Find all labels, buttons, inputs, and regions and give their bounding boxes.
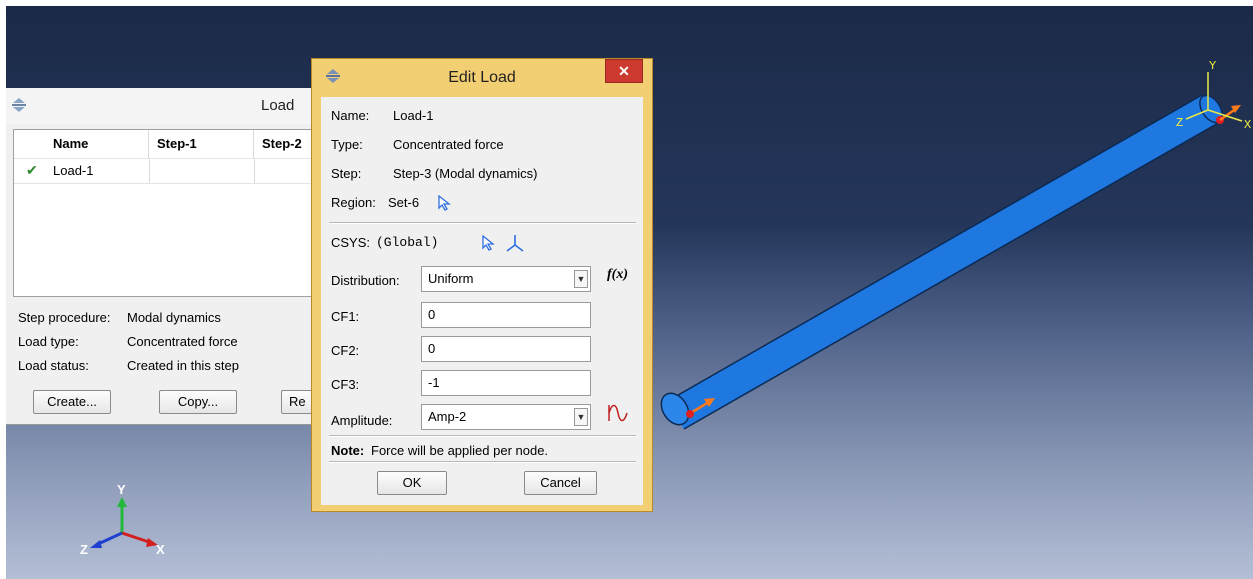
cf3-label: CF3: — [331, 377, 360, 392]
distribution-value: Uniform — [428, 271, 474, 286]
name-label: Name: — [331, 108, 370, 123]
col-header-name[interactable]: Name — [45, 130, 149, 158]
edit-load-titlebar[interactable]: Edit Load ✕ — [312, 59, 652, 97]
type-label: Type: — [331, 137, 363, 152]
select-arrow-icon[interactable] — [437, 195, 453, 211]
csys-value: (Global) — [376, 235, 439, 250]
load-manager-window: Load Name Step-1 Step-2 ✔ Load-1 Step pr… — [6, 88, 321, 425]
note-text: Force will be applied per node. — [371, 443, 549, 458]
cf3-input[interactable]: -1 — [421, 370, 591, 396]
load-manager-titlebar[interactable]: Load — [6, 88, 311, 124]
cf1-input[interactable]: 0 — [421, 302, 591, 328]
amplitude-select[interactable]: Amp-2 ▼ — [421, 404, 591, 430]
divider — [329, 461, 636, 463]
cf1-label: CF1: — [331, 309, 360, 324]
type-value: Concentrated force — [393, 137, 504, 152]
distribution-select[interactable]: Uniform ▼ — [421, 266, 591, 292]
load-status-label: Load status: — [18, 358, 89, 373]
step-procedure-label: Step procedure: — [18, 310, 111, 325]
window-menu-icon[interactable] — [11, 97, 27, 113]
select-arrow-icon[interactable] — [481, 235, 497, 251]
amplitude-label: Amplitude: — [331, 413, 393, 428]
part-triad-z-label: Z — [1176, 116, 1184, 130]
cell-divider — [149, 159, 150, 183]
cancel-button[interactable]: Cancel — [524, 471, 597, 495]
edit-load-title: Edit Load — [448, 69, 516, 86]
divider — [329, 435, 636, 437]
dropdown-arrow-icon[interactable]: ▼ — [574, 408, 588, 426]
load-manager-title: Load — [261, 97, 295, 114]
create-button[interactable]: Create... — [33, 390, 111, 414]
csys-triad-icon[interactable] — [505, 233, 525, 253]
copy-button[interactable]: Copy... — [159, 390, 237, 414]
fx-button[interactable]: f(x) — [607, 267, 628, 283]
triad-y-label: Y — [117, 482, 126, 497]
load-status-value: Created in this step — [127, 358, 240, 373]
distribution-label: Distribution: — [331, 273, 400, 288]
part-triad-y-label: Y — [1209, 59, 1217, 73]
load-table[interactable]: Name Step-1 Step-2 ✔ Load-1 — [13, 129, 312, 297]
edit-load-dialog: Edit Load ✕ Name: Load-1 Type: Concentra… — [311, 58, 653, 512]
row-name: Load-1 — [53, 163, 94, 178]
ok-button[interactable]: OK — [377, 471, 447, 495]
dropdown-arrow-icon[interactable]: ▼ — [574, 270, 588, 288]
close-button[interactable]: ✕ — [605, 59, 643, 83]
checkmark-icon: ✔ — [26, 162, 38, 178]
cf2-input[interactable]: 0 — [421, 336, 591, 362]
name-value: Load-1 — [393, 108, 434, 123]
region-label: Region: — [331, 195, 376, 210]
cell-divider — [254, 159, 255, 183]
load-type-value: Concentrated force — [127, 334, 238, 349]
edit-load-body: Name: Load-1 Type: Concentrated force St… — [321, 97, 643, 505]
load-type-label: Load type: — [18, 334, 79, 349]
part-triad-x-label: X — [1244, 118, 1252, 132]
col-header-step-1[interactable]: Step-1 — [149, 130, 254, 158]
csys-label: CSYS: — [331, 235, 371, 250]
divider — [329, 222, 636, 224]
amplitude-wave-icon[interactable] — [607, 403, 629, 423]
note-label: Note: — [331, 443, 365, 458]
step-procedure-value: Modal dynamics — [127, 310, 221, 325]
step-value: Step-3 (Modal dynamics) — [393, 166, 538, 181]
col-header-step-2[interactable]: Step-2 — [254, 130, 314, 158]
triad-x-label: X — [156, 542, 165, 557]
region-value: Set-6 — [388, 195, 420, 210]
triad-z-label: Z — [80, 542, 88, 557]
cf2-label: CF2: — [331, 343, 360, 358]
step-label: Step: — [331, 166, 362, 181]
table-row[interactable]: ✔ Load-1 — [14, 158, 312, 184]
amplitude-value: Amp-2 — [428, 409, 467, 424]
